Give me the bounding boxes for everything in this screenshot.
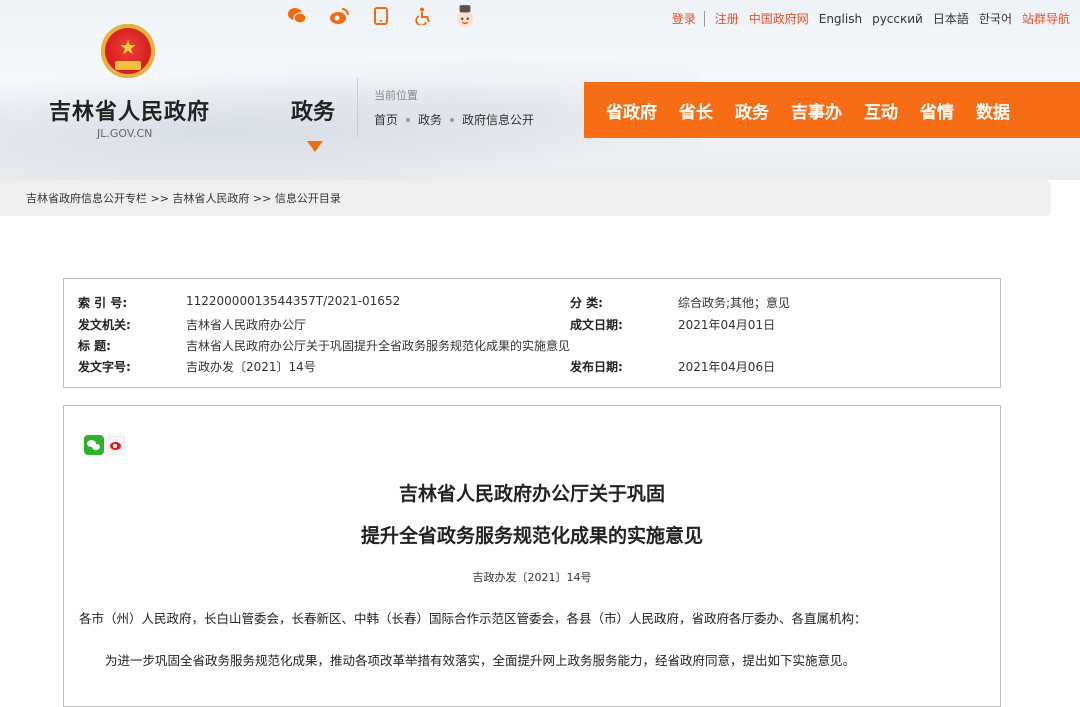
issuer-label: 发文机关:: [78, 318, 131, 332]
site-nav-link[interactable]: 站群导航: [1022, 10, 1070, 27]
category-label: 分 类:: [570, 296, 603, 310]
japanese-link[interactable]: 日本語: [933, 10, 969, 27]
section-arrow-icon: [307, 141, 323, 152]
top-links: 登录 注册 中国政府网 English русский 日本語 한국어 站群导航: [662, 10, 1070, 27]
pubdate-label: 发布日期:: [570, 360, 623, 374]
date-value: 2021年04月01日: [678, 318, 776, 332]
location-breadcrumb: 首页 政务 政府信息公开: [374, 111, 534, 128]
location-info-public[interactable]: 政府信息公开: [462, 111, 534, 128]
document-info-box: 索 引 号: 11220000013544357T/2021-01652 分 类…: [63, 278, 1001, 388]
site-url: JL.GOV.CN: [97, 127, 153, 140]
category-value: 综合政务;其他；意见: [678, 296, 791, 310]
korean-link[interactable]: 한국어: [979, 10, 1012, 27]
share-weibo-icon[interactable]: [106, 435, 126, 455]
wechat-icon[interactable]: [287, 6, 307, 26]
mascot-icon[interactable]: [455, 5, 475, 27]
site-name[interactable]: 吉林省人民政府: [49, 94, 210, 126]
article-title-line2: 提升全省政务服务规范化成果的实施意见: [360, 525, 703, 547]
location-home[interactable]: 首页: [374, 111, 398, 128]
location-label: 当前位置: [374, 89, 418, 102]
nav-item-province-info[interactable]: 省情: [920, 98, 954, 123]
mobile-icon[interactable]: [371, 6, 391, 26]
weibo-icon[interactable]: [329, 6, 349, 26]
nav-item-governor[interactable]: 省长: [679, 98, 713, 123]
docno-value: 吉政办发〔2021〕14号: [186, 360, 316, 374]
title-value: 吉林省人民政府办公厅关于巩固提升全省政务服务规范化成果的实施意见: [186, 339, 571, 353]
nav-item-interact[interactable]: 互动: [864, 98, 898, 123]
article-doc-number: 吉政办发〔2021〕14号: [472, 571, 592, 584]
breadcrumb[interactable]: 吉林省政府信息公开专栏 >> 吉林省人民政府 >> 信息公开目录: [0, 180, 1051, 216]
article-paragraph-1: 各市（州）人民政府，长白山管委会，长春新区、中韩（长春）国际合作示范区管委会，各…: [79, 611, 867, 626]
gov-cn-link[interactable]: 中国政府网: [749, 10, 809, 27]
issuer-value: 吉林省人民政府办公厅: [186, 318, 307, 332]
date-label: 成文日期:: [570, 318, 623, 332]
location-affairs[interactable]: 政务: [418, 111, 442, 128]
pubdate-value: 2021年04月06日: [678, 360, 776, 374]
english-link[interactable]: English: [819, 12, 862, 26]
register-link[interactable]: 注册: [715, 10, 739, 27]
title-label: 标 题:: [78, 339, 111, 353]
index-value: 11220000013544357T/2021-01652: [186, 294, 401, 308]
russian-link[interactable]: русский: [872, 12, 923, 26]
nav-item-province-gov[interactable]: 省政府: [606, 98, 657, 123]
accessibility-icon[interactable]: [413, 6, 433, 26]
docno-label: 发文字号:: [78, 360, 131, 374]
dot-separator: [450, 117, 455, 122]
login-link[interactable]: 登录: [672, 10, 696, 27]
main-nav: 省政府 省长 政务 吉事办 互动 省情 数据: [584, 82, 1080, 138]
dot-separator: [406, 117, 411, 122]
article-title-line1: 吉林省人民政府办公厅关于巩固: [398, 483, 665, 505]
national-emblem-icon[interactable]: [101, 24, 155, 78]
divider: [703, 10, 705, 27]
nav-item-jishiban[interactable]: 吉事办: [791, 98, 842, 123]
index-label: 索 引 号:: [78, 296, 128, 310]
share-bar: [84, 435, 126, 455]
nav-item-affairs[interactable]: 政务: [735, 98, 769, 123]
article-paragraph-2: 为进一步巩固全省政务服务规范化成果，推动各项改革举措有效落实，全面提升网上政务服…: [105, 653, 856, 668]
share-wechat-icon[interactable]: [84, 435, 104, 455]
article-body: 吉林省人民政府办公厅关于巩固 提升全省政务服务规范化成果的实施意见 吉政办发〔2…: [63, 405, 1001, 707]
divider: [357, 78, 358, 138]
top-icon-bar: [287, 5, 475, 27]
nav-item-data[interactable]: 数据: [976, 98, 1010, 123]
section-title: 政务: [291, 100, 336, 125]
